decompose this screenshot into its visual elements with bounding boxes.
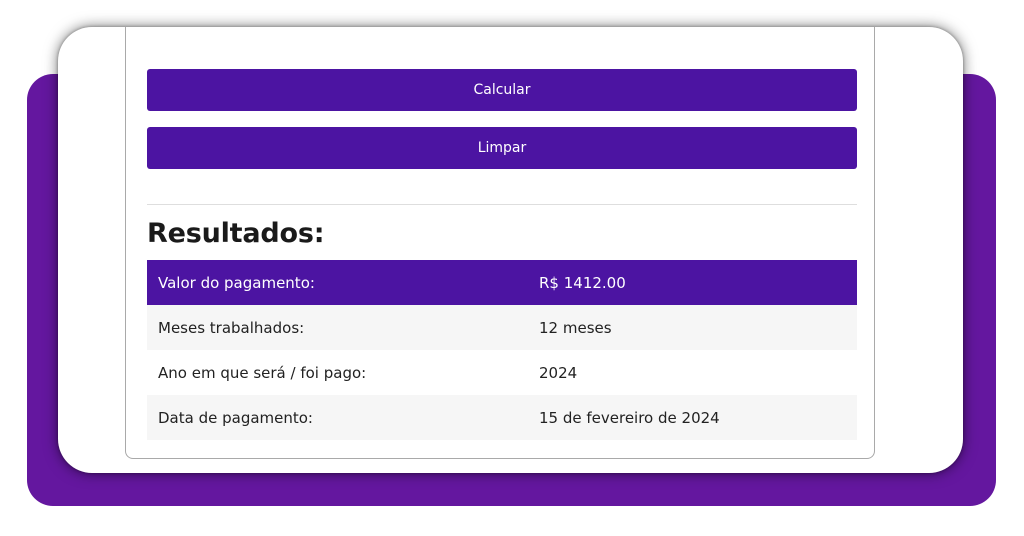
results-table: Valor do pagamento: R$ 1412.00 Meses tra… — [147, 260, 857, 440]
payment-year-label: Ano em que será / foi pago: — [147, 350, 528, 395]
calculator-panel: Calcular Limpar Resultados: Valor do pag… — [125, 27, 875, 459]
payment-date-label: Data de pagamento: — [147, 395, 528, 440]
calculate-button[interactable]: Calcular — [147, 69, 857, 111]
results-title: Resultados: — [147, 218, 325, 249]
payment-value: R$ 1412.00 — [528, 260, 857, 305]
clear-button[interactable]: Limpar — [147, 127, 857, 169]
section-divider — [147, 204, 857, 205]
table-row: Data de pagamento: 15 de fevereiro de 20… — [147, 395, 857, 440]
payment-value-label: Valor do pagamento: — [147, 260, 528, 305]
table-row: Valor do pagamento: R$ 1412.00 — [147, 260, 857, 305]
table-row: Ano em que será / foi pago: 2024 — [147, 350, 857, 395]
payment-year-value: 2024 — [528, 350, 857, 395]
payment-date-value: 15 de fevereiro de 2024 — [528, 395, 857, 440]
months-worked-label: Meses trabalhados: — [147, 305, 528, 350]
months-worked-value: 12 meses — [528, 305, 857, 350]
table-row: Meses trabalhados: 12 meses — [147, 305, 857, 350]
page-stage: Calcular Limpar Resultados: Valor do pag… — [0, 0, 1024, 536]
content-card: Calcular Limpar Resultados: Valor do pag… — [58, 27, 963, 473]
